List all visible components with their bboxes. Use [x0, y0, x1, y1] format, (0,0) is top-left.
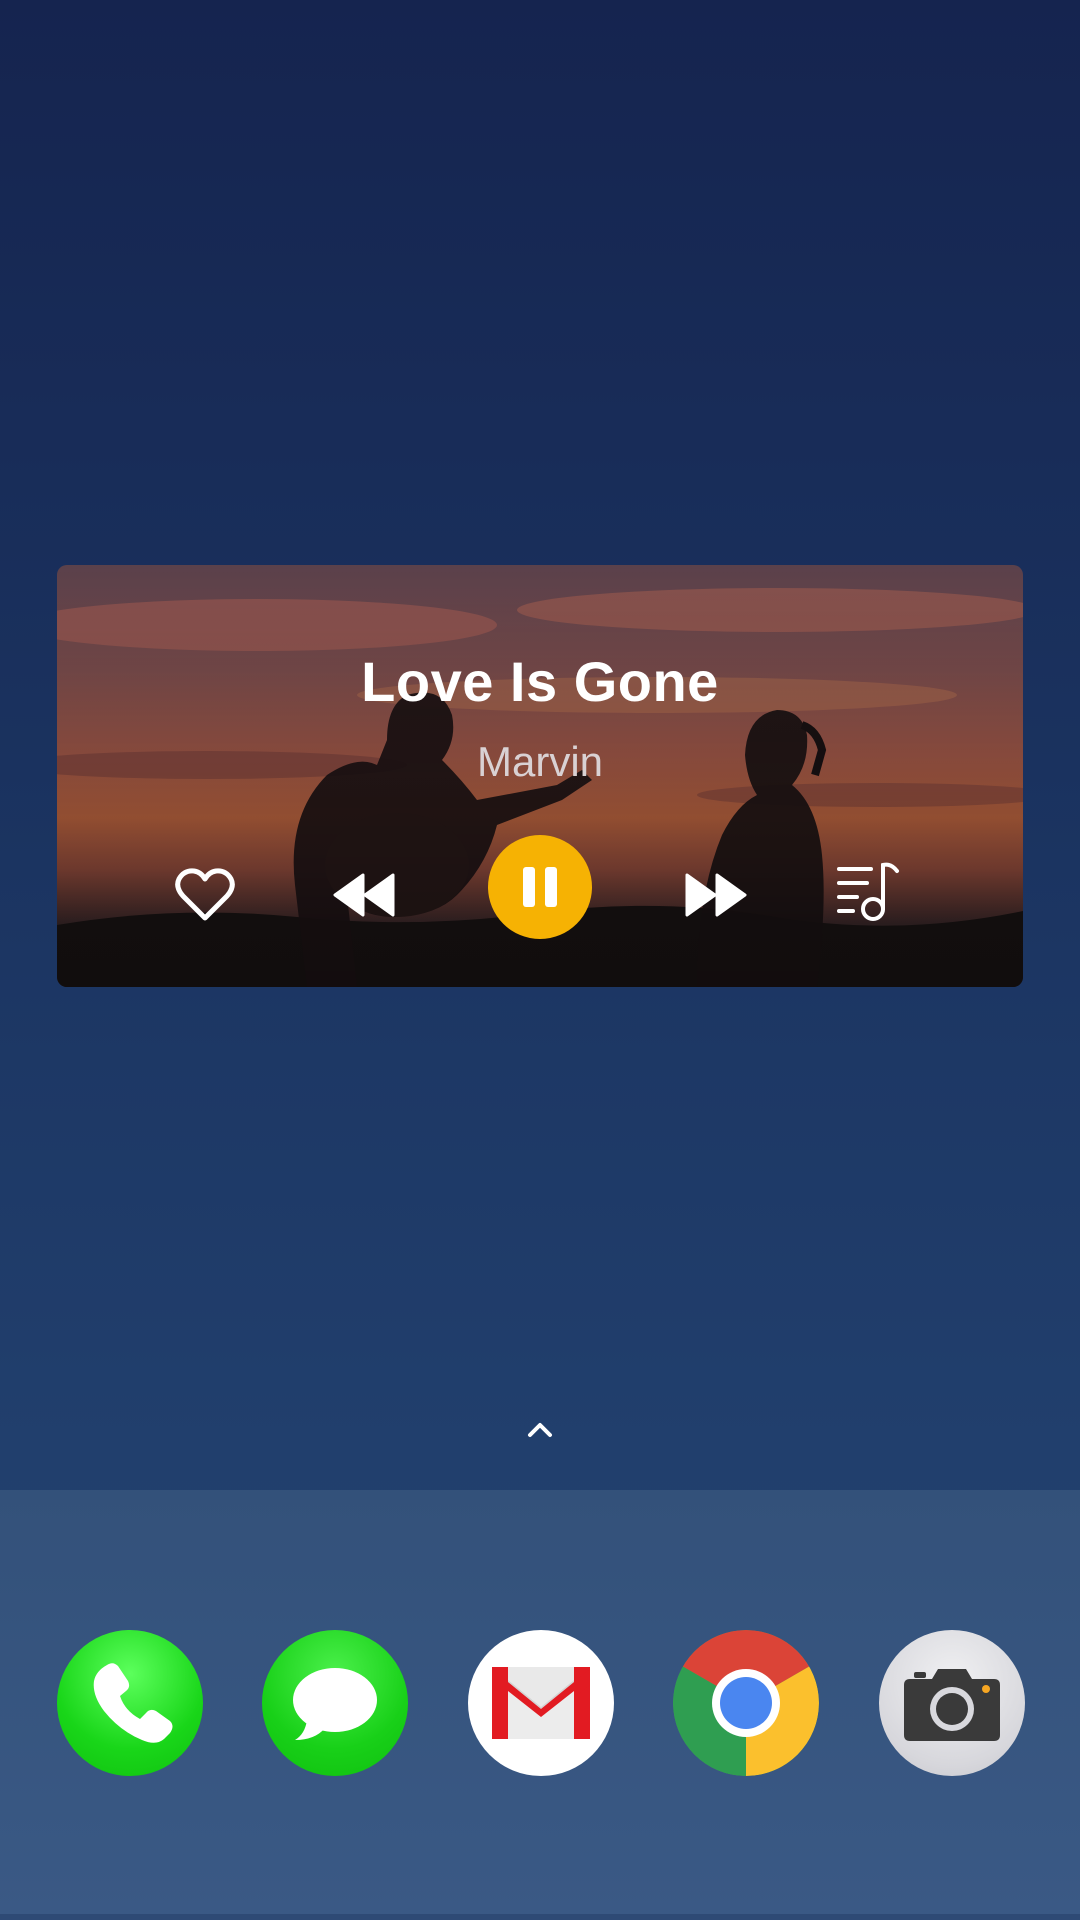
chrome-app[interactable]	[673, 1630, 819, 1776]
chevron-up-icon	[528, 1423, 552, 1437]
dock	[0, 1490, 1080, 1914]
gmail-icon	[492, 1667, 590, 1739]
music-widget[interactable]: Love Is Gone Marvin	[57, 565, 1023, 987]
playlist-music-icon	[837, 862, 899, 921]
artist-name: Marvin	[476, 738, 604, 785]
phone-icon	[93, 1663, 173, 1743]
fast-forward-icon	[685, 873, 747, 917]
previous-button[interactable]	[327, 857, 403, 933]
heart-icon	[175, 868, 235, 921]
navigation-bar	[0, 1914, 1080, 1920]
gmail-app[interactable]	[468, 1630, 614, 1776]
favorite-button[interactable]	[167, 857, 243, 933]
pause-icon	[523, 867, 557, 907]
camera-icon	[904, 1669, 1000, 1741]
pause-button[interactable]	[488, 835, 592, 939]
song-title: Love Is Gone	[361, 650, 719, 713]
messages-app[interactable]	[262, 1630, 408, 1776]
camera-app[interactable]	[879, 1630, 1025, 1776]
next-button[interactable]	[677, 857, 753, 933]
phone-app[interactable]	[57, 1630, 203, 1776]
playlist-button[interactable]	[831, 853, 907, 929]
rewind-icon	[333, 873, 395, 917]
message-bubble-icon	[293, 1668, 377, 1740]
app-drawer-handle[interactable]	[515, 1410, 565, 1450]
chrome-icon	[673, 1630, 819, 1776]
